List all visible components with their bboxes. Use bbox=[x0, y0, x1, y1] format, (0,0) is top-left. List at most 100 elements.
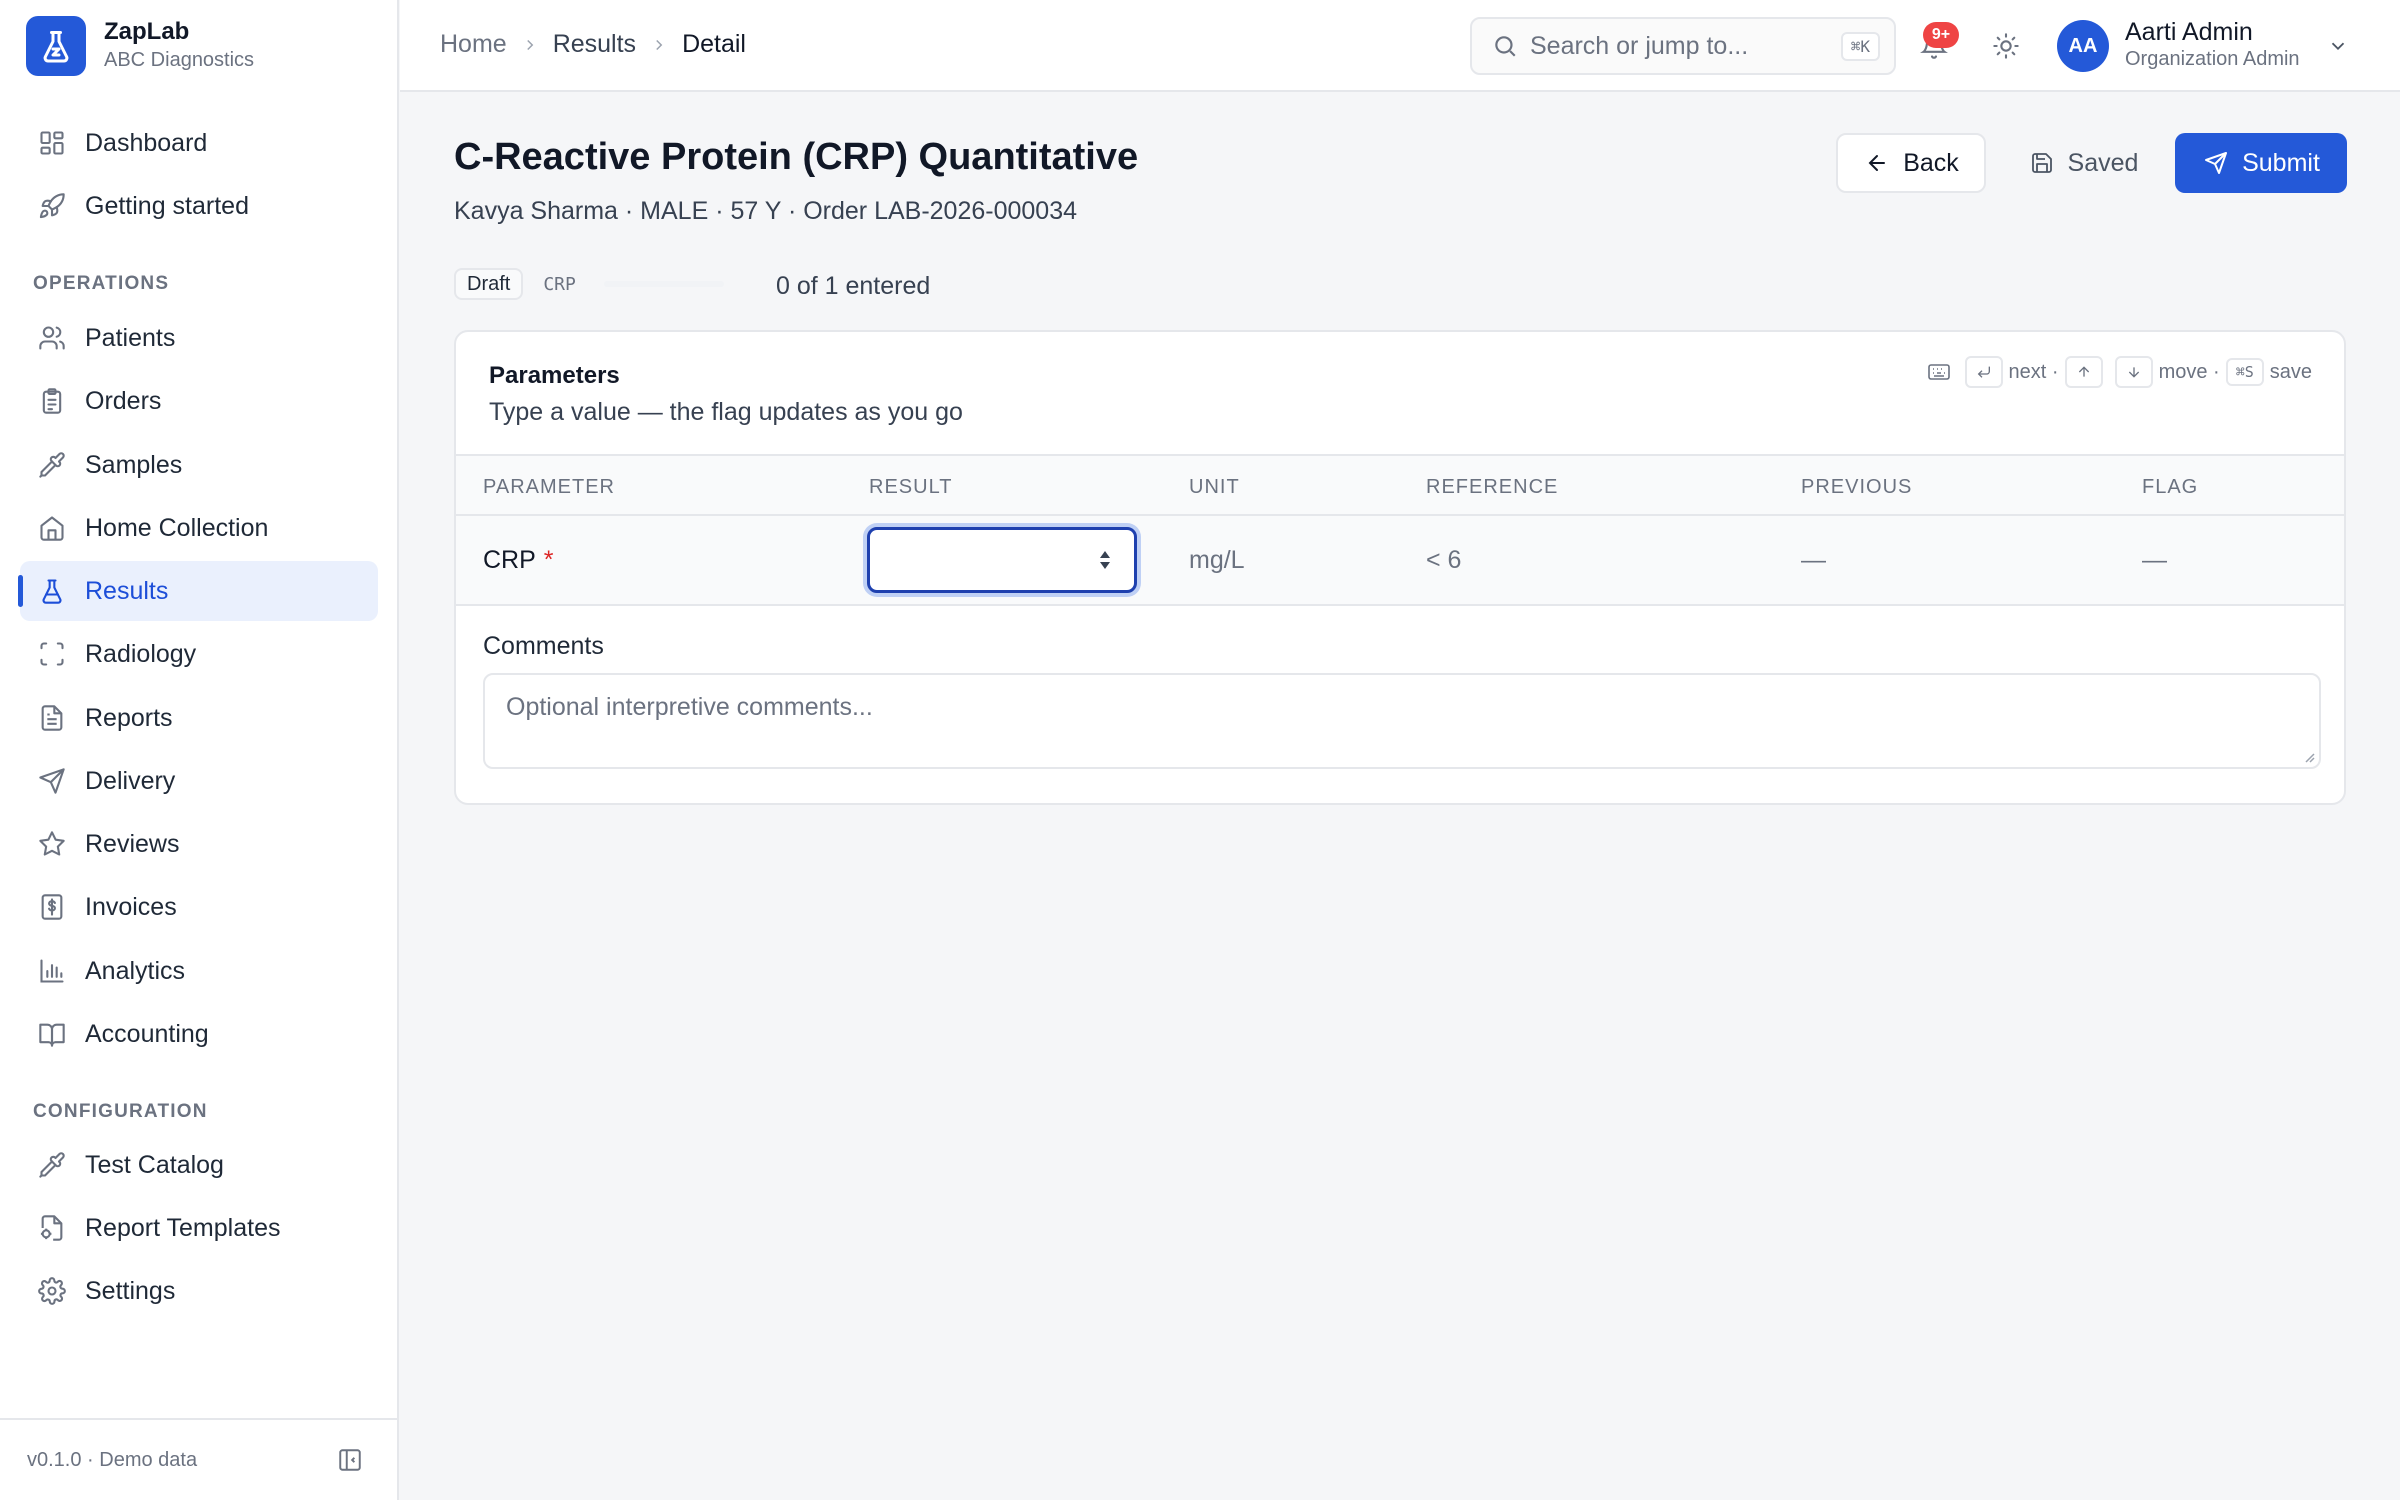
keyboard-icon bbox=[1925, 358, 1953, 386]
sidebar-item-label: Analytics bbox=[85, 956, 186, 985]
sidebar-item-patients[interactable]: Patients bbox=[20, 308, 378, 368]
pipette-icon bbox=[34, 447, 70, 483]
sidebar-item-label: Report Templates bbox=[85, 1213, 281, 1242]
enter-key-icon bbox=[1964, 356, 2003, 388]
gear-icon bbox=[34, 1273, 70, 1309]
section-title-configuration: CONFIGURATION bbox=[33, 1101, 208, 1122]
saved-button[interactable]: Saved bbox=[2008, 133, 2158, 193]
sidebar-item-delivery[interactable]: Delivery bbox=[20, 751, 378, 811]
saved-label: Saved bbox=[2067, 148, 2139, 177]
back-label: Back bbox=[1903, 148, 1959, 177]
sidebar-item-reviews[interactable]: Reviews bbox=[20, 814, 378, 874]
sidebar-item-invoices[interactable]: Invoices bbox=[20, 877, 378, 937]
search-input[interactable]: Search or jump to... ⌘K bbox=[1470, 17, 1896, 75]
receipt-icon bbox=[34, 889, 70, 925]
book-icon bbox=[34, 1016, 70, 1052]
hint-move: move · bbox=[2158, 360, 2220, 383]
sidebar-item-label: Reviews bbox=[85, 829, 180, 858]
comments-label: Comments bbox=[483, 632, 604, 660]
required-mark: * bbox=[543, 546, 554, 574]
hint-save: save bbox=[2269, 360, 2312, 383]
sidebar-item-label: Test Catalog bbox=[85, 1150, 224, 1179]
sidebar-item-label: Samples bbox=[85, 450, 183, 479]
grid-icon bbox=[34, 125, 70, 161]
send-icon bbox=[2202, 149, 2230, 177]
star-icon bbox=[34, 826, 70, 862]
sun-icon[interactable] bbox=[1986, 26, 2026, 66]
sidebar-item-label: Settings bbox=[85, 1276, 176, 1305]
sidebar-item-label: Results bbox=[85, 576, 169, 605]
sidebar-item-test-catalog[interactable]: Test Catalog bbox=[20, 1135, 378, 1195]
sidebar: ZapLab ABC Diagnostics Dashboard Getting… bbox=[0, 0, 399, 1500]
breadcrumb-results[interactable]: Results bbox=[553, 30, 636, 59]
sidebar-item-label: Patients bbox=[85, 323, 176, 352]
sidebar-item-accounting[interactable]: Accounting bbox=[20, 1004, 378, 1064]
top-bar: Home Results Detail Search or jump to...… bbox=[400, 0, 2400, 92]
column-header-parameter: PARAMETER bbox=[483, 476, 615, 498]
save-icon bbox=[2028, 149, 2056, 177]
column-header-unit: UNIT bbox=[1189, 476, 1240, 498]
sidebar-item-samples[interactable]: Samples bbox=[20, 435, 378, 495]
brand: ZapLab ABC Diagnostics bbox=[0, 0, 397, 92]
keyboard-hints: next · move · ⌘S save bbox=[1925, 356, 2312, 388]
test-code: CRP bbox=[543, 273, 576, 295]
entry-progress-bar bbox=[603, 281, 724, 287]
panel-left-icon[interactable] bbox=[337, 1447, 363, 1473]
breadcrumb-home[interactable]: Home bbox=[440, 30, 507, 59]
search-placeholder: Search or jump to... bbox=[1530, 31, 1749, 60]
sidebar-item-label: Home Collection bbox=[85, 513, 269, 542]
sidebar-item-orders[interactable]: Orders bbox=[20, 371, 378, 431]
column-header-reference: REFERENCE bbox=[1426, 476, 1559, 498]
sidebar-item-radiology[interactable]: Radiology bbox=[20, 624, 378, 684]
unit-value: mg/L bbox=[1189, 546, 1245, 574]
sidebar-item-settings[interactable]: Settings bbox=[20, 1261, 378, 1321]
comments-placeholder: Optional interpretive comments... bbox=[506, 693, 873, 721]
submit-button[interactable]: Submit bbox=[2175, 133, 2347, 193]
back-button[interactable]: Back bbox=[1836, 133, 1986, 193]
chevron-right-icon bbox=[650, 36, 668, 54]
users-icon bbox=[34, 320, 70, 356]
parameters-card: Parameters Type a value — the flag updat… bbox=[454, 330, 2346, 805]
page-title: C-Reactive Protein (CRP) Quantitative bbox=[454, 136, 1139, 178]
status-row: Draft CRP bbox=[454, 268, 724, 300]
sidebar-item-label: Radiology bbox=[85, 639, 197, 668]
home-icon bbox=[34, 510, 70, 546]
chevron-down-icon[interactable] bbox=[2324, 32, 2352, 60]
resize-handle-icon[interactable] bbox=[2301, 749, 2315, 763]
result-input[interactable] bbox=[867, 527, 1137, 593]
sidebar-item-dashboard[interactable]: Dashboard bbox=[20, 113, 378, 173]
version-label: v0.1.0 · Demo data bbox=[27, 1448, 198, 1471]
arrow-left-icon bbox=[1863, 149, 1891, 177]
brand-org: ABC Diagnostics bbox=[104, 49, 255, 71]
bar-chart-icon bbox=[34, 953, 70, 989]
sidebar-item-getting-started[interactable]: Getting started bbox=[20, 176, 378, 236]
save-shortcut: ⌘S bbox=[2225, 358, 2264, 386]
clipboard-icon bbox=[34, 383, 70, 419]
breadcrumb: Home Results Detail bbox=[440, 30, 746, 59]
column-header-previous: PREVIOUS bbox=[1801, 476, 1913, 498]
section-title-operations: OPERATIONS bbox=[33, 273, 170, 294]
comments-textarea[interactable]: Optional interpretive comments... bbox=[483, 673, 2321, 769]
column-header-result: RESULT bbox=[869, 476, 953, 498]
search-icon bbox=[1490, 31, 1520, 61]
sidebar-item-home-collection[interactable]: Home Collection bbox=[20, 498, 378, 558]
sidebar-item-results[interactable]: Results bbox=[18, 561, 378, 621]
sidebar-item-label: Invoices bbox=[85, 892, 177, 921]
flask-icon bbox=[34, 573, 70, 609]
sidebar-item-report-templates[interactable]: Report Templates bbox=[20, 1198, 378, 1258]
sidebar-item-label: Orders bbox=[85, 386, 162, 415]
number-stepper-icon[interactable] bbox=[1096, 547, 1114, 573]
brand-name: ZapLab bbox=[104, 18, 190, 45]
notification-badge: 9+ bbox=[1923, 22, 1959, 48]
sidebar-footer: v0.1.0 · Demo data bbox=[0, 1418, 399, 1500]
avatar[interactable]: AA bbox=[2057, 20, 2109, 72]
card-subtitle: Type a value — the flag updates as you g… bbox=[489, 398, 963, 426]
flask-icon bbox=[26, 16, 86, 76]
reference-value: < 6 bbox=[1426, 546, 1462, 574]
sidebar-item-reports[interactable]: Reports bbox=[20, 688, 378, 748]
sidebar-item-label: Delivery bbox=[85, 766, 176, 795]
page-subtitle: Kavya Sharma · MALE · 57 Y · Order LAB-2… bbox=[454, 197, 1078, 225]
sidebar-item-analytics[interactable]: Analytics bbox=[20, 941, 378, 1001]
card-title: Parameters bbox=[489, 362, 620, 389]
rocket-icon bbox=[34, 188, 70, 224]
